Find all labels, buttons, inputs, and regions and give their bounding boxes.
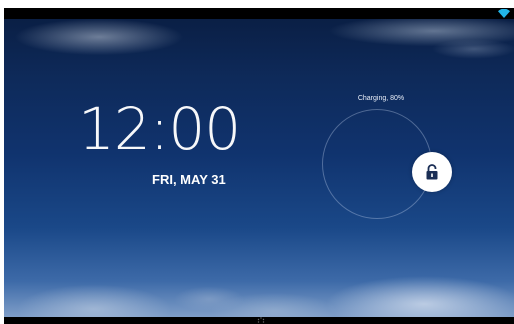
charging-status: Charging, 80% [357,95,405,102]
navigation-bar [4,317,514,324]
home-indicator-icon[interactable] [257,317,265,324]
unlock-button[interactable] [412,152,452,192]
clock-time: 12:00 [78,95,241,163]
wifi-icon [498,9,510,18]
status-bar [4,8,514,19]
unlock-icon [426,164,438,180]
lockscreen: 12:00 FRI, MAY 31 Charging, 80% [4,8,514,324]
clock-date: FRI, MAY 31 [152,172,226,187]
